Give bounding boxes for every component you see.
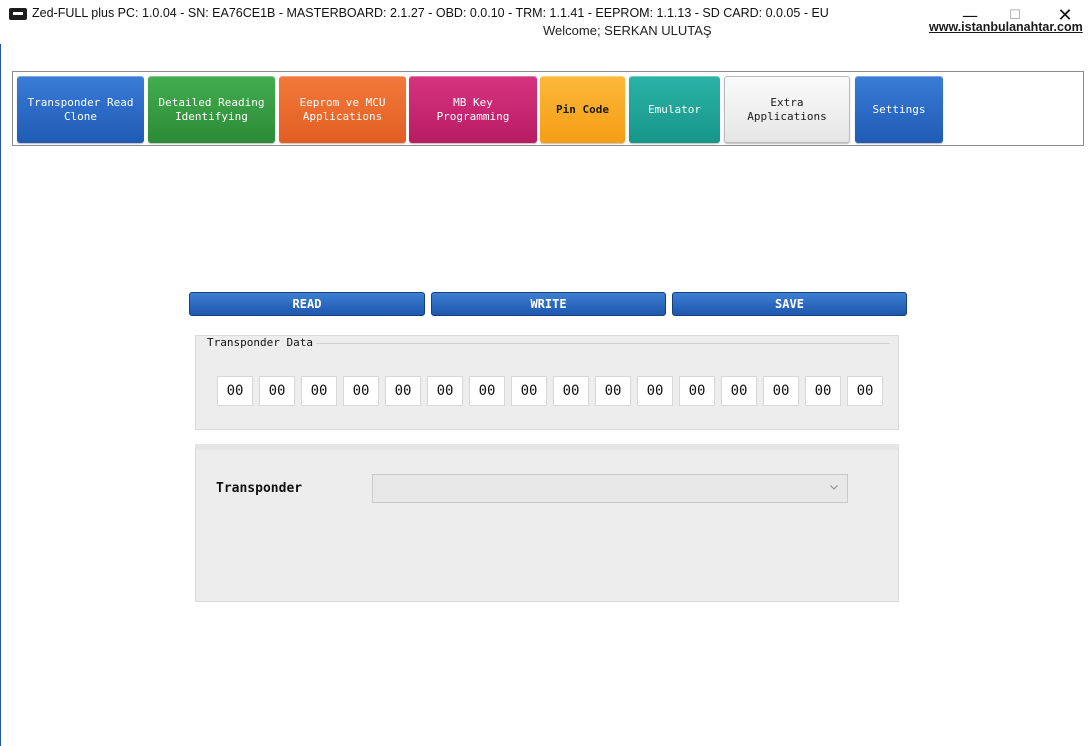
byte-field[interactable]: 00 xyxy=(469,376,505,406)
menu-label-line2: Programming xyxy=(436,109,510,123)
save-button[interactable]: SAVE xyxy=(672,292,907,316)
menu-label: Emulator xyxy=(648,102,701,116)
menu-label-line1: Eeprom ve MCU xyxy=(299,95,386,109)
transponder-data-title: Transponder Data xyxy=(204,336,316,349)
main-menu: Transponder Read Clone Detailed Reading Id… xyxy=(12,71,1084,146)
menu-label-line1: MB Key xyxy=(453,95,493,109)
menu-transponder-read-clone[interactable]: Transponder Read Clone xyxy=(17,76,144,143)
byte-field[interactable]: 00 xyxy=(217,376,253,406)
byte-field[interactable]: 00 xyxy=(343,376,379,406)
byte-field[interactable]: 00 xyxy=(553,376,589,406)
transponder-dropdown[interactable] xyxy=(372,474,848,503)
byte-field[interactable]: 00 xyxy=(427,376,463,406)
menu-extra-applications[interactable]: Extra Applications xyxy=(724,76,850,143)
menu-label-line2: Applications xyxy=(302,109,383,123)
menu-mb-key-programming[interactable]: MB Key Programming xyxy=(409,76,537,143)
app-icon xyxy=(9,8,27,20)
menu-pin-code[interactable]: Pin Code xyxy=(540,76,625,143)
byte-field[interactable]: 00 xyxy=(847,376,883,406)
byte-field[interactable]: 00 xyxy=(385,376,421,406)
byte-field[interactable]: 00 xyxy=(679,376,715,406)
website-link[interactable]: www.istanbulanahtar.com xyxy=(929,20,1083,34)
byte-field[interactable]: 00 xyxy=(259,376,295,406)
menu-label: Settings xyxy=(872,102,926,116)
byte-field[interactable]: 00 xyxy=(637,376,673,406)
menu-label-line2: Applications xyxy=(747,109,827,123)
title-bar: Zed-FULL plus PC: 1.0.04 - SN: EA76CE1B … xyxy=(0,0,1089,44)
byte-field[interactable]: 00 xyxy=(721,376,757,406)
menu-label: Pin Code xyxy=(556,102,609,116)
menu-label-line2: Clone xyxy=(63,109,98,123)
chevron-down-icon xyxy=(830,485,838,490)
transponder-data-group: Transponder Data 00 00 00 00 00 00 00 00… xyxy=(195,335,899,430)
transponder-select-panel: Transponder xyxy=(195,444,899,602)
window-border xyxy=(0,0,1,746)
menu-label-line2: Identifying xyxy=(175,109,248,123)
byte-field[interactable]: 00 xyxy=(595,376,631,406)
window-title: Zed-FULL plus PC: 1.0.04 - SN: EA76CE1B … xyxy=(32,6,829,20)
byte-field[interactable]: 00 xyxy=(763,376,799,406)
menu-settings[interactable]: Settings xyxy=(855,76,943,143)
menu-eeprom-mcu[interactable]: Eeprom ve MCU Applications xyxy=(279,76,406,143)
menu-label-line1: Extra xyxy=(770,95,804,109)
welcome-text: Welcome; SERKAN ULUTAŞ xyxy=(543,23,712,38)
byte-field[interactable]: 00 xyxy=(511,376,547,406)
menu-detailed-reading[interactable]: Detailed Reading Identifying xyxy=(148,76,275,143)
byte-field[interactable]: 00 xyxy=(805,376,841,406)
menu-label-line1: Detailed Reading xyxy=(158,95,265,109)
transponder-label: Transponder xyxy=(216,481,303,496)
byte-field[interactable]: 00 xyxy=(301,376,337,406)
write-button[interactable]: WRITE xyxy=(431,292,666,316)
read-button[interactable]: READ xyxy=(189,292,425,316)
menu-emulator[interactable]: Emulator xyxy=(629,76,720,143)
menu-label-line1: Transponder Read xyxy=(27,95,134,109)
